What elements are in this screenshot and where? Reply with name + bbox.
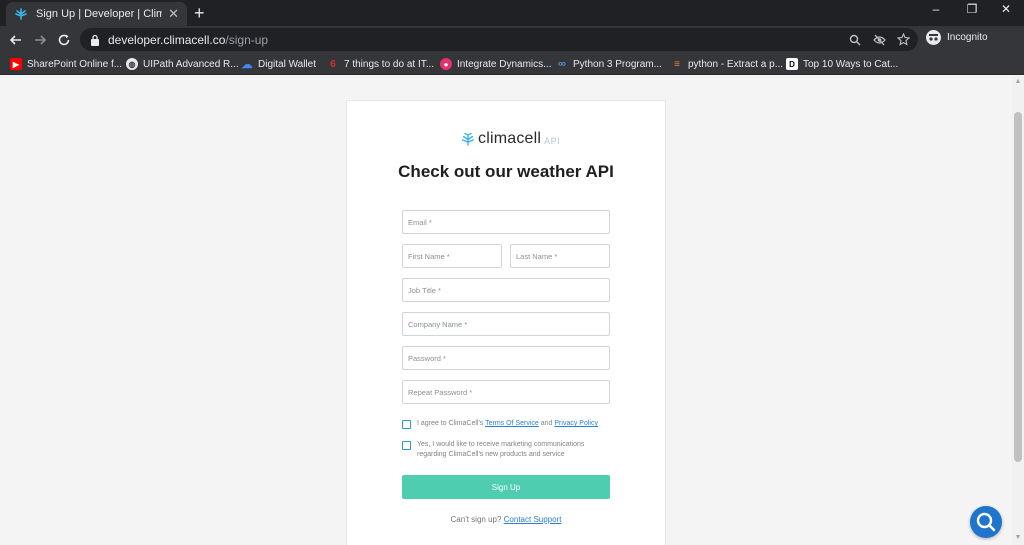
climacell-logo: climacell API — [461, 130, 560, 148]
reload-icon[interactable] — [54, 30, 74, 50]
address-bar[interactable]: developer.climacell.co/sign-up — [80, 28, 918, 51]
new-tab-button[interactable]: + — [194, 3, 205, 23]
bookmark-label: UIPath Advanced R... — [143, 58, 239, 70]
cant-sign-up-label: Can't sign up? — [450, 515, 504, 524]
last-name-field[interactable] — [510, 244, 610, 268]
bookmark-item[interactable]: ☁ Digital Wallet — [241, 56, 316, 72]
page-scrollbar[interactable]: ▲ ▼ — [1012, 76, 1024, 545]
tab-close-icon[interactable]: ✕ — [168, 6, 179, 22]
bookmark-item[interactable]: 6 7 things to do at IT... — [327, 56, 434, 72]
bookmark-g-icon: 6 — [330, 58, 336, 70]
bookmark-item[interactable]: ∞ Python 3 Program... — [556, 56, 662, 72]
terms-label: I agree to ClimaCell's Terms Of Service … — [417, 419, 617, 429]
cant-sign-up-text: Can't sign up? Contact Support — [402, 515, 610, 524]
signup-card: climacell API Check out our weather API … — [346, 100, 666, 545]
bookmark-item[interactable]: D Top 10 Ways to Cat... — [786, 56, 898, 72]
url-path: /sign-up — [225, 32, 269, 47]
restore-button[interactable]: ❐ — [962, 2, 982, 16]
eye-off-icon[interactable] — [870, 30, 888, 50]
star-bookmark-icon[interactable] — [894, 30, 912, 50]
youtube-icon: ▶ — [10, 58, 22, 70]
tab-title: Sign Up | Developer | ClimaCell — [36, 8, 163, 20]
terms-checkbox[interactable] — [402, 420, 411, 429]
record-icon: ● — [440, 58, 452, 70]
job-title-field[interactable] — [402, 278, 610, 302]
marketing-checkbox[interactable] — [402, 441, 411, 450]
bookmark-label: 7 things to do at IT... — [344, 58, 435, 70]
repeat-password-field[interactable] — [402, 380, 610, 404]
forward-arrow-icon[interactable] — [30, 30, 50, 50]
incognito-label: Incognito — [947, 32, 988, 43]
terms-prefix: I agree to ClimaCell's — [417, 420, 486, 427]
help-search-button[interactable] — [970, 506, 1002, 538]
browser-toolbar: developer.climacell.co/sign-up ⋮ — [0, 26, 1024, 70]
terms-of-service-link[interactable]: Terms Of Service — [485, 420, 539, 427]
browser-tabbar: Sign Up | Developer | ClimaCell ✕ + – ❐ … — [0, 0, 1024, 26]
incognito-icon — [926, 30, 941, 45]
brand-suffix: API — [544, 135, 561, 146]
page-title: Check out our weather API — [398, 162, 614, 181]
bookmark-label: SharePoint Online f... — [27, 58, 123, 70]
incognito-indicator[interactable]: Incognito — [926, 30, 988, 45]
page-viewport: climacell API Check out our weather API … — [0, 76, 1012, 545]
contact-support-link[interactable]: Contact Support — [504, 515, 562, 524]
browser-tab[interactable]: Sign Up | Developer | ClimaCell ✕ — [6, 2, 187, 26]
scroll-up-icon[interactable]: ▲ — [1014, 78, 1022, 85]
scrollbar-thumb[interactable] — [1014, 112, 1022, 462]
search-icon — [976, 512, 996, 532]
url-host: developer.climacell.co — [108, 32, 226, 47]
marketing-label: Yes, I would like to receive marketing c… — [417, 441, 585, 458]
globe-icon: ◍ — [126, 58, 138, 70]
first-name-field[interactable] — [402, 244, 502, 268]
bookmark-item[interactable]: ≡ python - Extract a p... — [671, 56, 783, 72]
sign-up-button[interactable]: Sign Up — [402, 475, 610, 499]
privacy-policy-link[interactable]: Privacy Policy — [554, 420, 598, 427]
bookmark-label: Python 3 Program... — [573, 58, 662, 70]
password-field[interactable] — [402, 346, 610, 370]
email-field[interactable] — [402, 210, 610, 234]
terms-and: and — [538, 420, 555, 427]
back-arrow-icon[interactable] — [6, 30, 26, 50]
company-name-field[interactable] — [402, 312, 610, 336]
brand-name: climacell — [478, 130, 542, 147]
bookmark-item[interactable]: ● Integrate Dynamics... — [440, 56, 551, 72]
bookmarks-bar: ▶ SharePoint Online f... ◍ UIPath Advanc… — [0, 53, 1024, 75]
bookmark-item[interactable]: ◍ UIPath Advanced R... — [126, 56, 239, 72]
stackoverflow-icon: ≡ — [674, 58, 680, 70]
close-window-button[interactable]: ✕ — [996, 2, 1016, 16]
scroll-down-icon[interactable]: ▼ — [1014, 534, 1022, 541]
d-icon: D — [786, 58, 798, 70]
bookmark-label: Integrate Dynamics... — [457, 58, 552, 70]
infinity-icon: ∞ — [558, 58, 566, 70]
climacell-favicon-icon — [15, 8, 27, 20]
climacell-logo-icon — [461, 132, 475, 146]
minimize-button[interactable]: – — [926, 2, 946, 16]
bookmark-label: python - Extract a p... — [688, 58, 784, 70]
bookmark-label: Digital Wallet — [258, 58, 316, 70]
cloud-icon: ☁ — [241, 58, 253, 71]
bookmark-label: Top 10 Ways to Cat... — [803, 58, 899, 70]
bookmark-item[interactable]: ▶ SharePoint Online f... — [10, 56, 122, 72]
lock-icon — [91, 34, 99, 46]
zoom-search-icon[interactable] — [846, 30, 864, 50]
